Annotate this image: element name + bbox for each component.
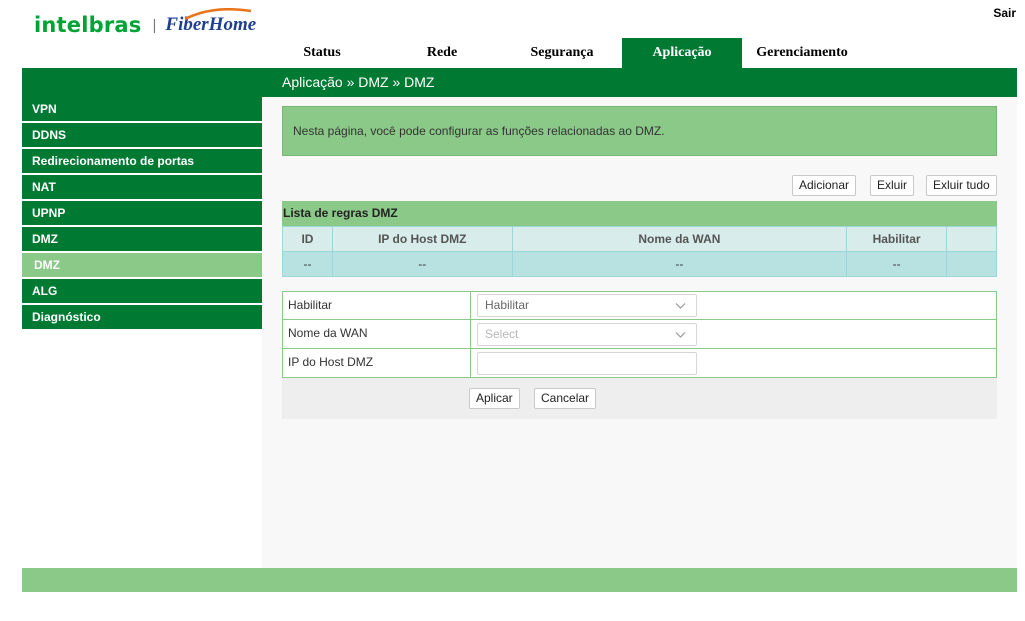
cell-actions <box>946 251 997 277</box>
cell-host-ip: -- <box>331 251 513 277</box>
form-row-wan: Nome da WAN Select <box>282 320 997 349</box>
main-content: Nesta página, você pode configurar as fu… <box>262 97 1017 568</box>
form-actions: Aplicar Cancelar <box>282 378 997 419</box>
chevron-down-icon <box>675 331 686 338</box>
chevron-down-icon <box>675 303 686 309</box>
host-ip-label: IP do Host DMZ <box>283 349 471 377</box>
column-header-host-ip: IP do Host DMZ <box>331 226 513 252</box>
enable-select-value: Habilitar <box>485 298 530 312</box>
fiberhome-swoosh-icon <box>184 8 252 20</box>
sidebar-subitem-dmz[interactable]: DMZ <box>22 253 262 279</box>
sidebar-item-diagnostico[interactable]: Diagnóstico <box>22 305 262 331</box>
apply-button[interactable]: Aplicar <box>469 388 520 409</box>
table-header-row: ID IP do Host DMZ Nome da WAN Habilitar <box>282 226 997 252</box>
footer-bar <box>22 568 1017 592</box>
tab-aplicacao[interactable]: Aplicação <box>622 38 742 68</box>
enable-select[interactable]: Habilitar <box>477 294 697 317</box>
wan-name-select[interactable]: Select <box>477 322 697 346</box>
cell-enable: -- <box>846 251 948 277</box>
sidebar-item-ddns[interactable]: DDNS <box>22 123 262 149</box>
top-navigation: Status Rede Segurança Aplicação Gerencia… <box>262 38 862 68</box>
dmz-config-form: Habilitar Habilitar Nome da WAN Select I… <box>282 291 997 378</box>
sidebar-item-dmz[interactable]: DMZ <box>22 227 262 253</box>
sidebar-item-upnp[interactable]: UPNP <box>22 201 262 227</box>
rules-list-title: Lista de regras DMZ <box>282 201 997 226</box>
delete-all-button[interactable]: Exluir tudo <box>926 175 997 196</box>
tab-status[interactable]: Status <box>262 38 382 68</box>
enable-label: Habilitar <box>283 292 471 319</box>
sidebar-item-vpn[interactable]: VPN <box>22 97 262 123</box>
add-button[interactable]: Adicionar <box>792 175 857 196</box>
router-admin-page: intelbras | FiberHome Sair Status Rede S… <box>0 0 1025 621</box>
sidebar-item-nat[interactable]: NAT <box>22 175 262 201</box>
wan-name-label: Nome da WAN <box>283 320 471 348</box>
tab-gerenciamento[interactable]: Gerenciamento <box>742 38 862 68</box>
cell-id: -- <box>282 251 333 277</box>
brand-logo: intelbras | FiberHome <box>34 8 256 42</box>
host-ip-input[interactable] <box>477 351 697 375</box>
sidebar-item-port-forwarding[interactable]: Redirecionamento de portas <box>22 149 262 175</box>
tab-rede[interactable]: Rede <box>382 38 502 68</box>
delete-button[interactable]: Exluir <box>870 175 915 196</box>
info-banner: Nesta página, você pode configurar as fu… <box>282 106 997 156</box>
logout-link[interactable]: Sair <box>993 6 1016 20</box>
dmz-rules-table: ID IP do Host DMZ Nome da WAN Habilitar … <box>282 226 997 277</box>
intelbras-logo-text: intelbras <box>34 13 142 37</box>
form-row-host-ip: IP do Host DMZ <box>282 349 997 378</box>
column-header-enable: Habilitar <box>846 226 948 252</box>
cancel-button[interactable]: Cancelar <box>534 388 597 409</box>
form-row-enable: Habilitar Habilitar <box>282 291 997 320</box>
column-header-id: ID <box>282 226 333 252</box>
sidebar-item-alg[interactable]: ALG <box>22 279 262 305</box>
fiberhome-logo: FiberHome <box>165 8 256 36</box>
breadcrumb: Aplicação » DMZ » DMZ <box>282 74 435 90</box>
logo-separator: | <box>152 16 157 34</box>
table-row[interactable]: -- -- -- -- <box>282 251 997 277</box>
cell-wan-name: -- <box>511 251 848 277</box>
tab-seguranca[interactable]: Segurança <box>502 38 622 68</box>
column-header-wan-name: Nome da WAN <box>511 226 848 252</box>
breadcrumb-bar <box>22 68 1017 97</box>
sidebar-menu: VPN DDNS Redirecionamento de portas NAT … <box>22 97 262 331</box>
wan-name-select-placeholder: Select <box>485 326 519 341</box>
column-header-actions <box>946 226 997 252</box>
